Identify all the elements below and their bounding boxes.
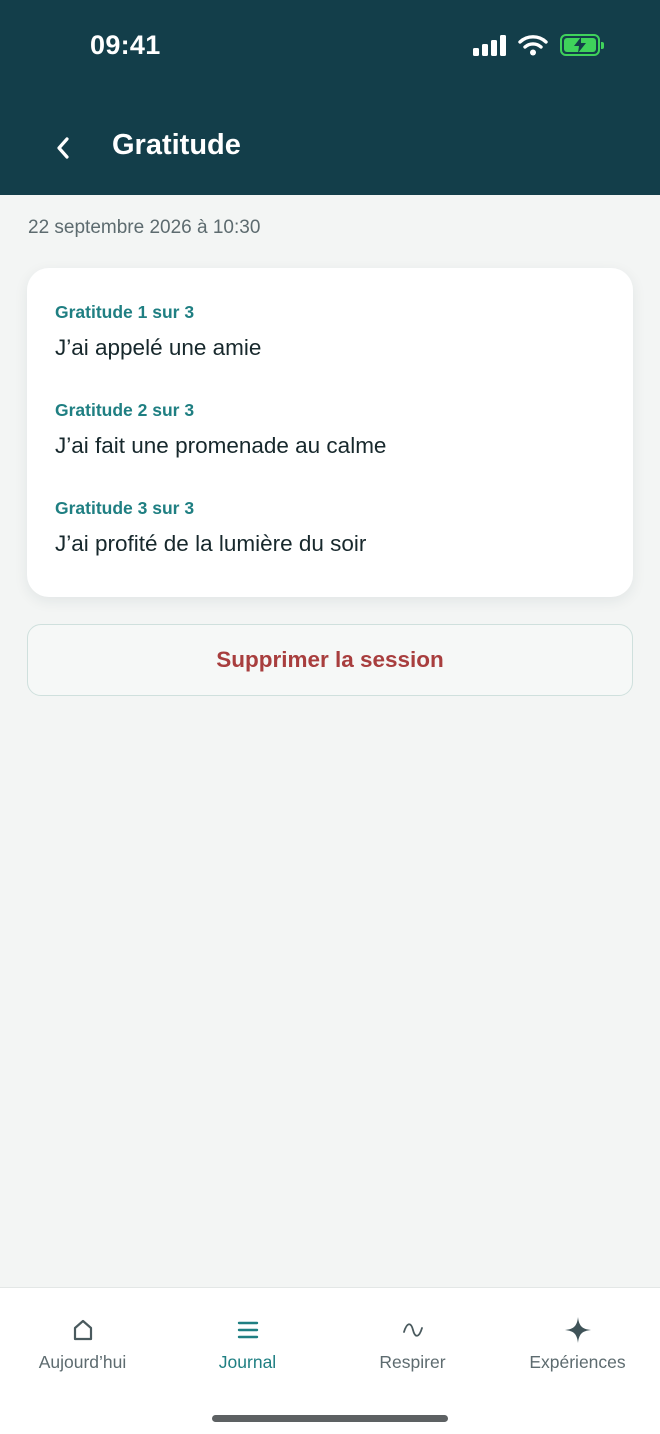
tab-label: Journal [218,1352,277,1372]
tab-journal[interactable]: Journal [165,1312,330,1382]
gratitude-entry: Gratitude 2 sur 3 J’ai fait une promenad… [55,400,605,498]
header: 09:41 Gratitude [0,0,660,195]
gratitude-entry: Gratitude 1 sur 3 J’ai appelé une amie [55,302,605,400]
wave-icon [402,1323,423,1337]
page-title: Gratitude [112,129,241,161]
entry-text: J’ai fait une promenade au calme [55,433,387,458]
battery-icon [560,34,604,56]
delete-session-button[interactable]: Supprimer la session [27,624,633,696]
tab-today[interactable]: Aujourd’hui [0,1312,165,1382]
nav-bar: Gratitude [0,118,660,178]
gratitude-card: Gratitude 1 sur 3 J’ai appelé une amie G… [27,268,633,597]
tab-label: Respirer [379,1352,446,1372]
entry-label: Gratitude 3 sur 3 [55,498,195,518]
entry-text: J’ai profité de la lumière du soir [55,531,367,556]
chevron-left-icon [57,137,69,159]
entry-label: Gratitude 1 sur 3 [55,302,195,322]
entry-label: Gratitude 2 sur 3 [55,400,195,420]
wifi-icon [518,35,548,56]
entry-text: J’ai appelé une amie [55,335,262,360]
status-time: 09:41 [90,30,161,60]
tab-label: Aujourd’hui [38,1352,127,1372]
back-button[interactable] [46,130,80,166]
tab-breathe[interactable]: Respirer [330,1312,495,1382]
gratitude-entry: Gratitude 3 sur 3 J’ai profité de la lum… [55,498,605,596]
signal-icon [473,34,506,56]
tab-experiences[interactable]: Expériences [495,1312,660,1382]
sparkle-icon [564,1317,591,1343]
list-icon [237,1321,258,1339]
home-icon [73,1319,92,1341]
screen: 09:41 Gratitude 22 septembre 2026 à 10:3… [0,0,660,1434]
home-indicator[interactable] [212,1415,448,1422]
tab-label: Expériences [529,1352,626,1372]
status-icons [473,34,604,56]
session-date: 22 septembre 2026 à 10:30 [28,217,261,238]
tab-bar: Aujourd’hui Journal Respirer Expériences [0,1287,660,1434]
